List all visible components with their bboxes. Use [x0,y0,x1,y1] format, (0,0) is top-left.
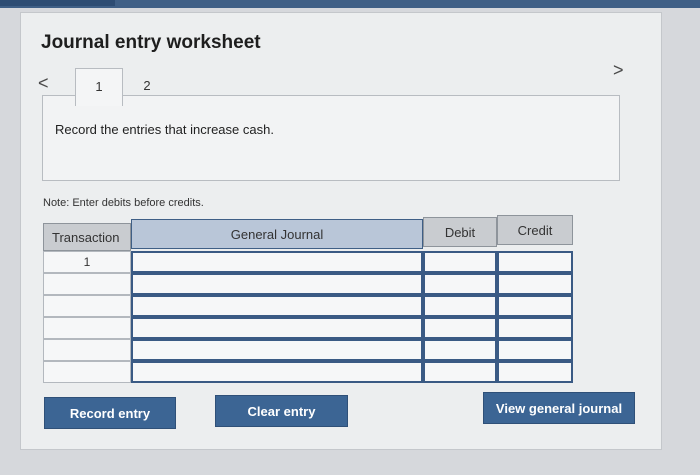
instruction-box [42,95,620,181]
credit-input[interactable] [497,273,573,295]
account-input[interactable] [131,339,423,361]
debit-input[interactable] [423,317,497,339]
credit-input[interactable] [497,317,573,339]
debit-input[interactable] [423,339,497,361]
account-input[interactable] [131,317,423,339]
record-entry-button[interactable]: Record entry [44,397,176,429]
table-row [43,339,573,361]
header-general-journal: General Journal [131,219,423,249]
chevron-left-icon[interactable]: < [38,73,49,94]
header-credit: Credit [497,215,573,245]
credit-input[interactable] [497,361,573,383]
chevron-right-icon[interactable]: > [613,60,624,81]
header-debit: Debit [423,217,497,247]
clear-entry-button[interactable]: Clear entry [215,395,348,427]
account-input[interactable] [131,251,423,273]
note-text: Note: Enter debits before credits. [43,197,204,209]
transaction-cell [43,339,131,361]
table-row [43,361,573,383]
debit-input[interactable] [423,361,497,383]
transaction-cell: 1 [43,251,131,273]
transaction-cell [43,361,131,383]
table-row [43,273,573,295]
top-strip [0,0,700,8]
credit-input[interactable] [497,251,573,273]
tab-1[interactable]: 1 [75,68,123,106]
table-row [43,295,573,317]
debit-input[interactable] [423,251,497,273]
transaction-cell [43,295,131,317]
transaction-cell [43,273,131,295]
account-input[interactable] [131,361,423,383]
view-general-journal-button[interactable]: View general journal [483,392,635,424]
header-transaction: Transaction [43,223,131,251]
page-title: Journal entry worksheet [41,32,261,53]
account-input[interactable] [131,295,423,317]
instruction-text: Record the entries that increase cash. [55,122,274,137]
journal-table: Transaction General Journal Debit Credit… [43,215,573,383]
credit-input[interactable] [497,339,573,361]
account-input[interactable] [131,273,423,295]
table-row [43,317,573,339]
debit-input[interactable] [423,273,497,295]
transaction-cell [43,317,131,339]
top-strip-notch [0,0,115,6]
table-row: 1 [43,251,573,273]
credit-input[interactable] [497,295,573,317]
debit-input[interactable] [423,295,497,317]
